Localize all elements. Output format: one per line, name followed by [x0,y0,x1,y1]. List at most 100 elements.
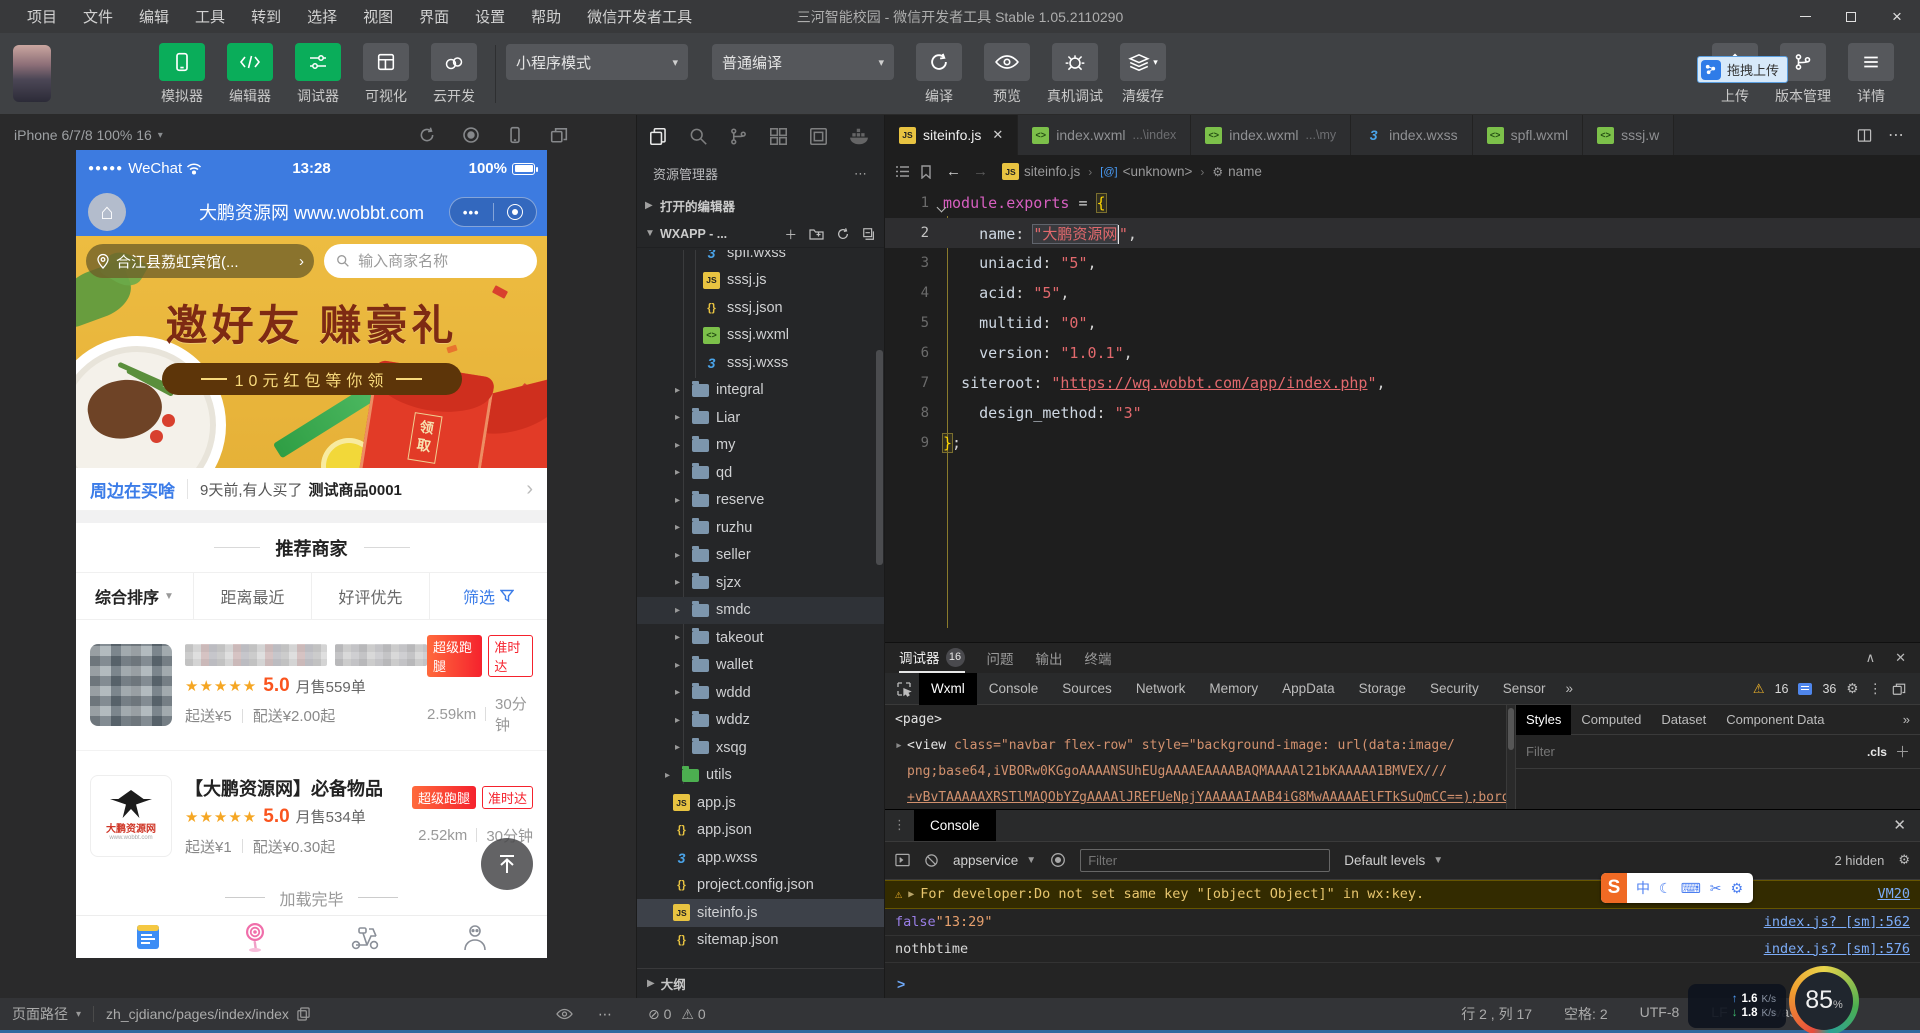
more-tabs-icon[interactable]: » [1558,681,1582,696]
模拟器-button[interactable] [159,43,205,81]
preview-panel-icon[interactable] [809,127,828,146]
清缓存-button[interactable]: ▾ [1120,43,1166,81]
stop-icon[interactable] [462,126,480,144]
file-qd[interactable]: ▸qd [637,459,884,487]
project-section[interactable]: ▼ WXAPP - ... ＋ [637,220,884,248]
add-style-icon[interactable]: ＋ [1895,741,1910,762]
dock-side-icon[interactable] [1892,682,1906,696]
phone-icon[interactable] [506,126,524,144]
file-smdc[interactable]: ▸smdc [637,597,884,625]
file-takeout[interactable]: ▸takeout [637,624,884,652]
log-levels-select[interactable]: Default levels ▼ [1344,853,1443,868]
open-editors-section[interactable]: ▶ 打开的编辑器 [637,190,884,220]
extension-logo-icon[interactable]: S [1601,873,1627,903]
gear-icon[interactable]: ⚙ [1898,852,1910,868]
multi-window-icon[interactable] [550,126,568,144]
refresh-icon[interactable] [836,227,850,241]
outline-toggle-icon[interactable] [895,165,910,178]
breadcrumb-1[interactable]: JSsiteinfo.js [1002,163,1080,180]
file-ruzhu[interactable]: ▸ruzhu [637,514,884,542]
more-actions-icon[interactable]: ⋯ [854,166,868,182]
rotate-icon[interactable] [418,126,436,144]
outline-section[interactable]: ▶ 大纲 [637,968,884,998]
tab-spfl.wxml[interactable]: <>spfl.wxml [1473,115,1584,155]
status-item[interactable]: 行 2 , 列 17 [1461,1004,1532,1024]
file-app.js[interactable]: JSapp.js [637,789,884,817]
source-link[interactable]: index.js? [sm]:562 [1764,914,1910,930]
详情-button[interactable] [1848,43,1894,81]
调试器-button[interactable] [295,43,341,81]
真机调试-button[interactable] [1052,43,1098,81]
sort-3[interactable]: 好评优先 [312,573,430,619]
file-seller[interactable]: ▸seller [637,542,884,570]
devtools-tab-Wxml[interactable]: Wxml [919,673,977,705]
forward-icon[interactable]: → [973,163,988,180]
console-sidebar-icon[interactable] [895,853,910,867]
file-sjzx[interactable]: ▸sjzx [637,569,884,597]
devtools-tab-Security[interactable]: Security [1418,673,1491,705]
menu-item[interactable]: 文件 [70,6,126,27]
user-avatar[interactable] [13,45,51,102]
file-sssj.json[interactable]: {}sssj.json [637,294,884,322]
menu-item[interactable]: 工具 [182,6,238,27]
page-path-value[interactable]: zh_cjdianc/pages/index/index [106,1006,289,1022]
live-expression-icon[interactable] [1050,852,1066,868]
warning-count[interactable]: 16 [1775,682,1789,696]
back-icon[interactable]: ← [946,163,961,180]
file-app.wxss[interactable]: 3app.wxss [637,844,884,872]
home-icon[interactable]: ⌂ [88,193,126,231]
devtools-tab-Storage[interactable]: Storage [1347,673,1418,705]
bookmark-icon[interactable] [920,165,932,179]
panel-tab-输出[interactable]: 输出 [1036,643,1063,673]
page-path-select[interactable]: 页面路径 [12,1004,68,1024]
menu-item[interactable]: 转到 [238,6,294,27]
profile-tab-icon[interactable] [462,923,488,951]
console-tab[interactable]: Console [914,809,996,841]
file-app.json[interactable]: {}app.json [637,817,884,845]
console-filter-input[interactable] [1080,849,1330,872]
minimize-button[interactable] [1782,0,1828,33]
promo-banner[interactable]: 合江县荔虹宾馆(... › 邀好友 赚豪礼 10元红包等你领 [76,236,547,468]
inspect-element-icon[interactable] [891,677,917,701]
more-tabs-icon[interactable]: » [1903,712,1920,727]
back-to-top-button[interactable] [481,838,533,890]
breadcrumb-3[interactable]: ⚙name [1212,164,1262,179]
compile-mode-select[interactable]: 普通编译 ▾ [712,44,894,80]
devtools-tab-AppData[interactable]: AppData [1270,673,1347,705]
problems-summary[interactable]: ⊘ 0 ⚠ 0 [648,1006,706,1023]
delivery-tab-icon[interactable] [349,923,381,951]
split-editor-icon[interactable] [1857,128,1872,143]
tab-siteinfo.js[interactable]: JSsiteinfo.js✕ [885,115,1018,155]
wxml-tree[interactable]: <page>▸<view class="navbar flex-row" sty… [885,705,1506,809]
explorer-scrollbar[interactable] [876,350,883,565]
merchant-card[interactable]: 大鹏资源网www.wobbt.com【大鹏资源网】必备物品★★★★★5.0月售5… [76,750,547,880]
message-count[interactable]: 36 [1822,682,1836,696]
file-wddz[interactable]: ▸wddz [637,707,884,735]
file-Liar[interactable]: ▸Liar [637,404,884,432]
close-button[interactable]: × [1874,0,1920,33]
file-my[interactable]: ▸my [637,432,884,460]
docker-icon[interactable] [849,127,869,146]
search-input[interactable] [358,253,525,270]
cls-toggle[interactable]: .cls [1867,745,1887,759]
nearby-feed-row[interactable]: 周边在买啥 9天前,有人买了 测试商品0001 › [76,468,547,511]
expand-icon[interactable]: ▶ [908,889,914,900]
candy-tab-icon[interactable] [242,922,268,952]
devtools-tab-Sensor[interactable]: Sensor [1491,673,1558,705]
file-sssj.wxss[interactable]: 3sssj.wxss [637,349,884,377]
file-xsqg[interactable]: ▸xsqg [637,734,884,762]
menu-item[interactable]: 编辑 [126,6,182,27]
source-link[interactable]: VM20 [1877,886,1910,902]
files-icon[interactable] [649,127,668,146]
panel-tab-问题[interactable]: 问题 [987,643,1014,673]
file-sssj.js[interactable]: JSsssj.js [637,267,884,295]
collapse-icon[interactable]: ∧ [1866,650,1876,666]
more-actions-icon[interactable]: ⋯ [598,1006,613,1023]
tab-index.wxss[interactable]: 3index.wxss [1351,115,1472,155]
devtools-tab-Memory[interactable]: Memory [1197,673,1270,705]
styles-tab-Computed[interactable]: Computed [1571,705,1651,735]
app-mode-select[interactable]: 小程序模式 ▾ [506,44,688,80]
status-item[interactable]: 空格: 2 [1564,1004,1608,1024]
menu-item[interactable]: 界面 [406,6,462,27]
translate-icon[interactable]: 中 [1636,878,1650,898]
